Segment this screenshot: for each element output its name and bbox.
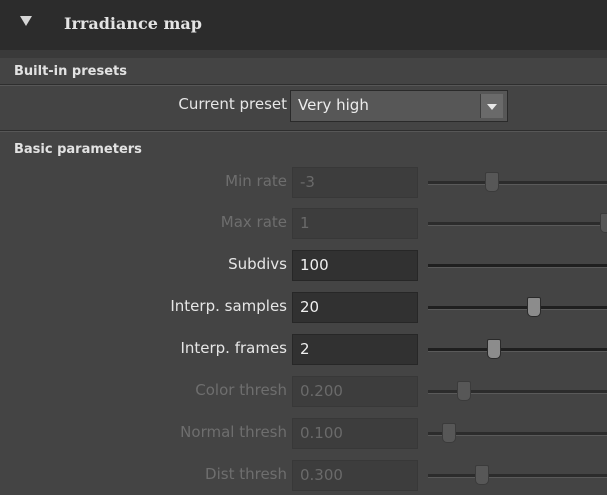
chevron-down-icon[interactable] [480, 94, 503, 118]
collapse-triangle-icon[interactable] [20, 16, 32, 26]
slider-track [428, 181, 607, 185]
rollout-title: Irradiance map [64, 14, 202, 33]
slider-thumb[interactable] [485, 172, 500, 192]
subdivs-input[interactable]: 100 [292, 250, 418, 281]
slider-thumb[interactable] [487, 339, 502, 359]
interp-samples-label: Interp. samples [170, 297, 287, 315]
divider [0, 85, 607, 86]
interp-samples-slider[interactable] [428, 297, 607, 317]
interp-samples-input[interactable]: 20 [292, 292, 418, 323]
min-rate-label: Min rate [225, 172, 287, 190]
normal-thresh-label: Normal thresh [180, 423, 287, 441]
section-title-basic-parameters: Basic parameters [14, 142, 142, 157]
header-gap [0, 50, 607, 58]
current-preset-dropdown[interactable]: Very high [290, 90, 508, 122]
divider [0, 131, 607, 132]
dist-thresh-input[interactable]: 0.300 [292, 460, 418, 491]
interp-frames-input[interactable]: 2 [292, 334, 418, 365]
irradiance-map-rollout: Irradiance map Built-in presets Current … [0, 0, 607, 495]
current-preset-label: Current preset [178, 95, 287, 113]
section-title-presets: Built-in presets [14, 64, 127, 79]
interp-frames-label: Interp. frames [180, 339, 287, 357]
slider-track [428, 390, 607, 394]
slider-thumb[interactable] [442, 423, 457, 443]
max-rate-input[interactable]: 1 [292, 208, 418, 239]
color-thresh-label: Color thresh [195, 381, 287, 399]
min-rate-input[interactable]: -3 [292, 167, 418, 198]
slider-thumb[interactable] [456, 381, 471, 401]
min-rate-slider[interactable] [428, 172, 607, 192]
slider-track [428, 222, 607, 226]
max-rate-label: Max rate [220, 213, 287, 231]
rollout-header[interactable]: Irradiance map [0, 0, 607, 51]
normal-thresh-slider[interactable] [428, 423, 607, 443]
subdivs-label: Subdivs [228, 255, 287, 273]
normal-thresh-input[interactable]: 0.100 [292, 418, 418, 449]
subdivs-slider[interactable] [428, 255, 607, 275]
slider-track [428, 474, 607, 478]
slider-thumb[interactable] [600, 213, 607, 233]
slider-thumb[interactable] [474, 465, 489, 485]
dist-thresh-slider[interactable] [428, 465, 607, 485]
slider-track [428, 306, 607, 310]
dist-thresh-label: Dist thresh [205, 465, 287, 483]
color-thresh-slider[interactable] [428, 381, 607, 401]
interp-frames-slider[interactable] [428, 339, 607, 359]
current-preset-value: Very high [298, 96, 369, 114]
slider-thumb[interactable] [526, 297, 541, 317]
slider-track [428, 264, 607, 268]
color-thresh-input[interactable]: 0.200 [292, 376, 418, 407]
slider-track [428, 348, 607, 352]
max-rate-slider[interactable] [428, 213, 607, 233]
